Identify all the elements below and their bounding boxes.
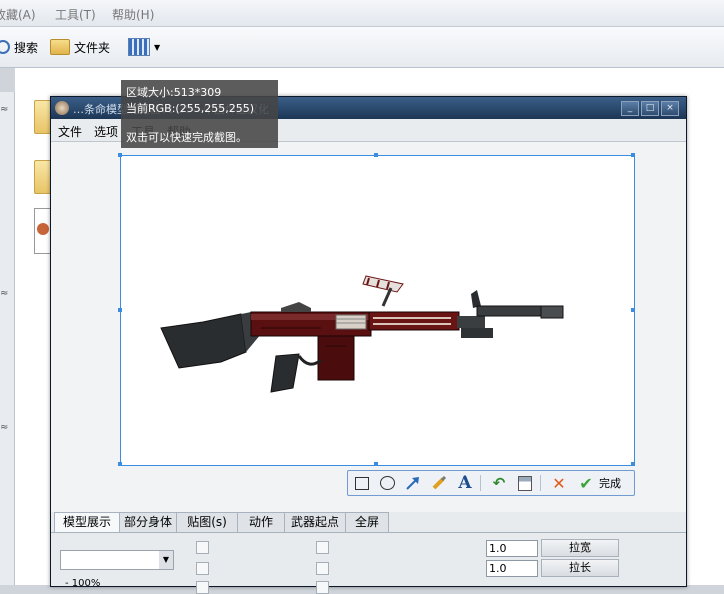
resize-handle[interactable] — [118, 153, 122, 157]
widen-button[interactable]: 拉宽 — [541, 539, 619, 557]
app-logo-icon — [55, 101, 69, 115]
menu-help[interactable]: 帮助(H) — [112, 6, 154, 23]
dropdown-icon: ▼ — [154, 42, 161, 52]
hint-text: 双击可以快速完成截图。 — [126, 131, 247, 144]
resize-handle[interactable] — [118, 462, 122, 466]
folders-label: 文件夹 — [74, 40, 111, 55]
minimize-button[interactable]: _ — [621, 101, 639, 116]
tab-animations[interactable]: 动作 — [237, 512, 285, 532]
region-size-text: 区域大小:513*309 — [126, 86, 222, 99]
separator — [540, 475, 541, 491]
tab-weapon-origin[interactable]: 武器起点 — [284, 512, 346, 532]
resize-handle[interactable] — [374, 462, 378, 466]
control-panel: 模型展示 部分身体 贴图(s) 动作 武器起点 全屏 ▼ - 100% 1.0 … — [51, 512, 686, 594]
ellipse-icon[interactable] — [378, 474, 396, 492]
done-button[interactable]: 完成 — [599, 475, 621, 491]
folders-button[interactable]: 文件夹 — [50, 35, 110, 59]
separator — [480, 475, 481, 491]
explorer-toolbar: 搜索 文件夹 ▼ — [0, 27, 724, 68]
menu-tools[interactable]: 工具(T) — [55, 6, 96, 23]
pane-collapse-icon[interactable]: ≈ — [0, 422, 13, 436]
pane-collapse-icon[interactable]: ≈ — [0, 288, 13, 302]
resize-handle[interactable] — [631, 153, 635, 157]
animation-select[interactable]: ▼ — [60, 550, 174, 570]
length-scale-input[interactable]: 1.0 — [486, 560, 538, 577]
maximize-button[interactable]: □ — [641, 101, 659, 116]
option-checkbox[interactable] — [316, 562, 329, 575]
rgb-text: 当前RGB:(255,255,255) — [126, 102, 254, 115]
done-icon[interactable]: ✔ — [577, 474, 595, 493]
option-checkbox[interactable] — [196, 581, 209, 594]
capture-info-tooltip: 区域大小:513*309 当前RGB:(255,255,255) 双击可以快速完… — [121, 80, 278, 148]
tab-model-display[interactable]: 模型展示 — [54, 512, 120, 533]
menu-file[interactable]: 文件 — [58, 123, 82, 140]
tab-body-parts[interactable]: 部分身体 — [119, 512, 177, 532]
resize-handle[interactable] — [118, 308, 122, 312]
app-icon — [37, 223, 49, 235]
arrow-icon[interactable] — [404, 474, 422, 492]
option-checkbox[interactable] — [316, 581, 329, 594]
search-label: 搜索 — [14, 40, 39, 55]
weapon-model-image — [160, 275, 564, 393]
brush-icon[interactable] — [430, 474, 448, 492]
chevron-down-icon[interactable]: ▼ — [159, 551, 173, 569]
resize-handle[interactable] — [631, 462, 635, 466]
save-icon[interactable] — [516, 474, 534, 492]
view-icon — [128, 38, 150, 56]
width-scale-input[interactable]: 1.0 — [486, 540, 538, 557]
menu-favorites[interactable]: 收藏(A) — [0, 6, 36, 23]
undo-icon[interactable]: ↶ — [490, 474, 508, 492]
zoom-label: - 100% — [65, 578, 101, 589]
cancel-icon[interactable]: ✕ — [550, 474, 568, 493]
option-checkbox[interactable] — [196, 562, 209, 575]
resize-handle[interactable] — [374, 153, 378, 157]
explorer-menubar: 收藏(A) 工具(T) 帮助(H) — [0, 0, 724, 27]
lengthen-button[interactable]: 拉长 — [541, 559, 619, 577]
folder-icon — [50, 39, 70, 55]
option-checkbox[interactable] — [196, 541, 209, 554]
rect-icon[interactable] — [353, 474, 371, 492]
tab-fullscreen[interactable]: 全屏 — [345, 512, 389, 532]
explorer-task-pane: ≈ ≈ ≈ — [0, 92, 15, 585]
option-checkbox[interactable] — [316, 541, 329, 554]
search-button[interactable]: 搜索 — [0, 35, 38, 59]
view-menu-button[interactable]: ▼ — [128, 35, 160, 59]
tab-textures[interactable]: 贴图(s) — [176, 512, 238, 532]
text-icon[interactable]: A — [456, 473, 474, 493]
menu-options[interactable]: 选项 — [94, 123, 118, 140]
capture-region[interactable] — [118, 153, 635, 466]
close-button[interactable]: × — [661, 101, 679, 116]
tab-divider — [51, 532, 686, 533]
capture-toolbar: A ↶ ✕ ✔ 完成 — [347, 470, 635, 496]
search-icon — [0, 40, 10, 54]
resize-handle[interactable] — [631, 308, 635, 312]
pane-collapse-icon[interactable]: ≈ — [0, 104, 13, 118]
